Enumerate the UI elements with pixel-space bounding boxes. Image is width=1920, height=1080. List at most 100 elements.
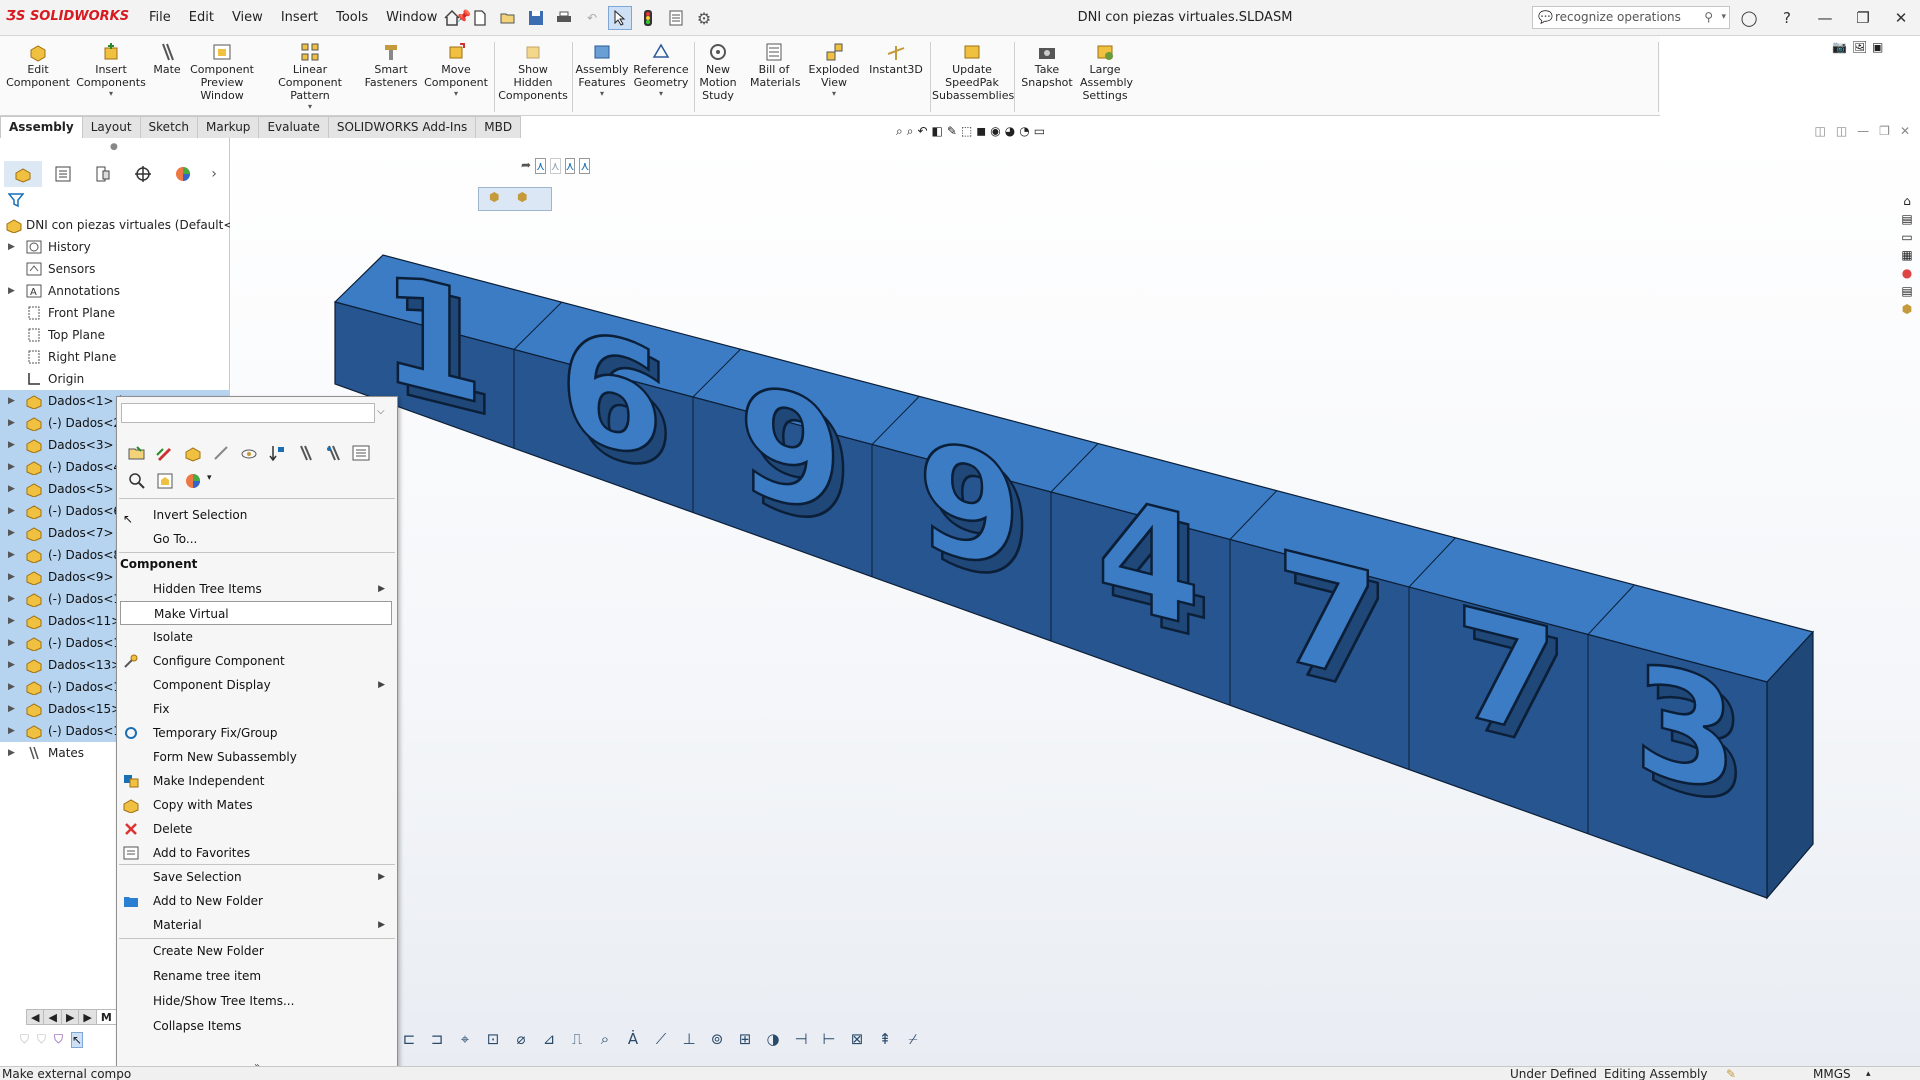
instant3d-button[interactable]: Instant3D <box>866 40 926 76</box>
dropdown-arrow-icon[interactable]: ▾ <box>76 89 146 99</box>
property-manager-tab-icon[interactable] <box>44 161 82 187</box>
viewport-restore-icon[interactable]: ❐ <box>1879 124 1890 138</box>
update-speedpak-button[interactable]: Update SpeedPak Subassemblies <box>932 40 1014 102</box>
digit-2[interactable]: 66 <box>558 293 675 508</box>
menu-file[interactable]: File <box>140 0 180 36</box>
filter-hole-icon[interactable]: ⊚ <box>706 1030 728 1048</box>
show-hidden-button[interactable]: Show Hidden Components <box>498 40 568 102</box>
linear-pattern-button[interactable]: Linear Component Pattern ▾ <box>260 40 360 112</box>
filter-surfaces-icon[interactable]: ⊿ <box>538 1030 560 1048</box>
menu-item-configure-component[interactable]: Configure Component <box>117 649 397 673</box>
tab-model[interactable]: M <box>95 1009 117 1025</box>
edit-component-button[interactable]: Edit Component <box>4 40 72 89</box>
tree-root-assembly[interactable]: DNI con piezas virtuales (Default<Disp <box>0 214 230 236</box>
menu-item-add-to-new-folder[interactable]: Add to New Folder <box>117 889 397 913</box>
graphics-area[interactable]: ⌕ ⌕ ↶ ◧ ✎ ⬚ ◼ ◉ ◕ ◔ ▭ ◫ ◫ — ❐ ✕ ➦ ⋏ ⋏ ⋏ … <box>231 124 1920 1066</box>
filter-sketch-icon[interactable]: ⊐ <box>426 1030 448 1048</box>
expand-arrow-icon[interactable]: ▶ <box>8 566 15 588</box>
hide-show-items-icon[interactable]: ◉ <box>990 124 1000 139</box>
edit-part-icon[interactable] <box>155 443 175 463</box>
expand-arrow-icon[interactable]: ▶ <box>8 698 15 720</box>
mate-button[interactable]: Mate <box>150 40 184 76</box>
expand-arrow-icon[interactable]: ▶ <box>8 434 15 456</box>
menu-item-isolate[interactable]: Isolate <box>117 625 397 649</box>
status-units[interactable]: MMGS <box>1813 1067 1851 1080</box>
expand-arrow-icon[interactable]: ▶ <box>8 236 15 258</box>
rebuild-status-icon[interactable]: ✎ <box>1726 1067 1736 1080</box>
minimize-icon[interactable]: — <box>1806 0 1844 36</box>
menu-item-component-display[interactable]: Component Display ▶ <box>117 673 397 697</box>
digit-4[interactable]: 99 <box>916 405 1033 620</box>
file-properties-icon[interactable] <box>664 6 688 30</box>
close-icon[interactable]: ✕ <box>1882 0 1920 36</box>
expand-arrow-icon[interactable]: ▶ <box>8 544 15 566</box>
menu-item-material[interactable]: Material ▶ <box>117 913 397 937</box>
tab-layout[interactable]: Layout <box>81 116 141 138</box>
zoom-to-area-icon[interactable]: ⌕ <box>907 124 914 139</box>
menu-item-invert-selection[interactable]: ↖ Invert Selection <box>117 503 397 527</box>
menu-insert[interactable]: Insert <box>272 0 327 36</box>
expand-arrow-icon[interactable]: ▶ <box>8 676 15 698</box>
tab-addins[interactable]: SOLIDWORKS Add-Ins <box>327 116 477 138</box>
zoom-to-selection-icon[interactable] <box>127 471 147 491</box>
tree-item-origin[interactable]: Origin <box>0 368 230 390</box>
component-preview-button[interactable]: Component Preview Window <box>188 40 256 102</box>
rebuild-down-icon[interactable] <box>267 443 287 463</box>
properties-icon[interactable] <box>351 443 371 463</box>
menu-window[interactable]: Window <box>377 0 446 36</box>
menu-item-delete[interactable]: Delete <box>117 817 397 841</box>
menu-item-collapse-items[interactable]: Collapse Items <box>117 1014 397 1038</box>
hide-component-icon[interactable] <box>239 443 259 463</box>
search-dropdown-icon[interactable]: ▾ <box>1721 7 1726 28</box>
filter-plane-icon[interactable]: ⇞ <box>874 1030 896 1048</box>
expand-arrow-icon[interactable]: ▶ <box>8 280 15 302</box>
filter-points-icon[interactable]: ⊡ <box>482 1030 504 1048</box>
display-style-icon[interactable]: ◼ <box>976 124 986 139</box>
home-icon[interactable] <box>440 6 464 30</box>
menu-edit[interactable]: Edit <box>180 0 223 36</box>
expand-arrow-icon[interactable]: ▶ <box>8 500 15 522</box>
camera-icon[interactable]: 📷 <box>1832 40 1848 56</box>
select-arrow-icon[interactable]: ↖ <box>71 1032 84 1048</box>
menu-item-make-virtual[interactable]: Make Virtual <box>120 601 392 625</box>
save-icon[interactable] <box>524 6 548 30</box>
units-dropdown-icon[interactable]: ▴ <box>1866 1067 1871 1080</box>
filter-dimensions-icon[interactable]: ⎍ <box>566 1030 588 1048</box>
appearance-icon[interactable] <box>183 471 203 491</box>
exploded-view-button[interactable]: Exploded View ▾ <box>806 40 862 99</box>
dropdown-arrow-icon[interactable]: ▾ <box>424 89 488 99</box>
isolate-component-icon[interactable] <box>155 471 175 491</box>
tab-markup[interactable]: Markup <box>196 116 260 138</box>
help-icon[interactable]: ? <box>1768 0 1806 36</box>
menu-item-create-new-folder[interactable]: Create New Folder <box>117 939 397 963</box>
menu-item-hidden-tree-items[interactable]: Hidden Tree Items ▶ <box>117 577 397 601</box>
scroll-left-icon[interactable]: ◀ <box>26 1009 45 1025</box>
menu-item-copy-with-mates[interactable]: Copy with Mates <box>117 793 397 817</box>
menu-item-fix[interactable]: Fix <box>117 697 397 721</box>
filter-block-icon[interactable]: ⊣ <box>790 1030 812 1048</box>
filter-spline-icon[interactable]: ◑ <box>762 1030 784 1048</box>
expand-arrow-icon[interactable]: ▶ <box>8 456 15 478</box>
expand-arrow-icon[interactable]: ▶ <box>8 720 15 742</box>
options-gear-icon[interactable]: ⚙ <box>692 6 716 30</box>
select-arrow-icon[interactable] <box>608 6 632 30</box>
menu-item-make-independent[interactable]: Make Independent <box>117 769 397 793</box>
suppress-icon[interactable] <box>183 443 203 463</box>
solidworks-logo[interactable]: ƷS SOLIDWORKS <box>6 9 129 24</box>
tab-sketch[interactable]: Sketch <box>139 116 198 138</box>
filter-icon[interactable]: ⛉ <box>20 1032 29 1048</box>
filter-icon[interactable] <box>7 192 25 211</box>
expand-arrow-icon[interactable]: ▶ <box>8 522 15 544</box>
assembly-features-button[interactable]: Assembly Features ▾ <box>574 40 630 99</box>
expand-arrow-icon[interactable]: ▶ <box>8 412 15 434</box>
digit-7[interactable]: 77 <box>1453 572 1570 787</box>
menu-tools[interactable]: Tools <box>327 0 377 36</box>
bill-of-materials-button[interactable]: Bill of Materials <box>750 40 800 89</box>
feature-tree-tab-icon[interactable] <box>4 161 42 187</box>
filter-mates-icon[interactable]: ⊢ <box>818 1030 840 1048</box>
zoom-to-fit-icon[interactable]: ⌕ <box>896 124 903 139</box>
new-motion-study-button[interactable]: New Motion Study <box>696 40 740 102</box>
search-icon[interactable]: ⚲ <box>1704 7 1713 28</box>
filter-faces-icon[interactable]: ⌀ <box>510 1030 532 1048</box>
lightweight-icon[interactable] <box>211 443 231 463</box>
